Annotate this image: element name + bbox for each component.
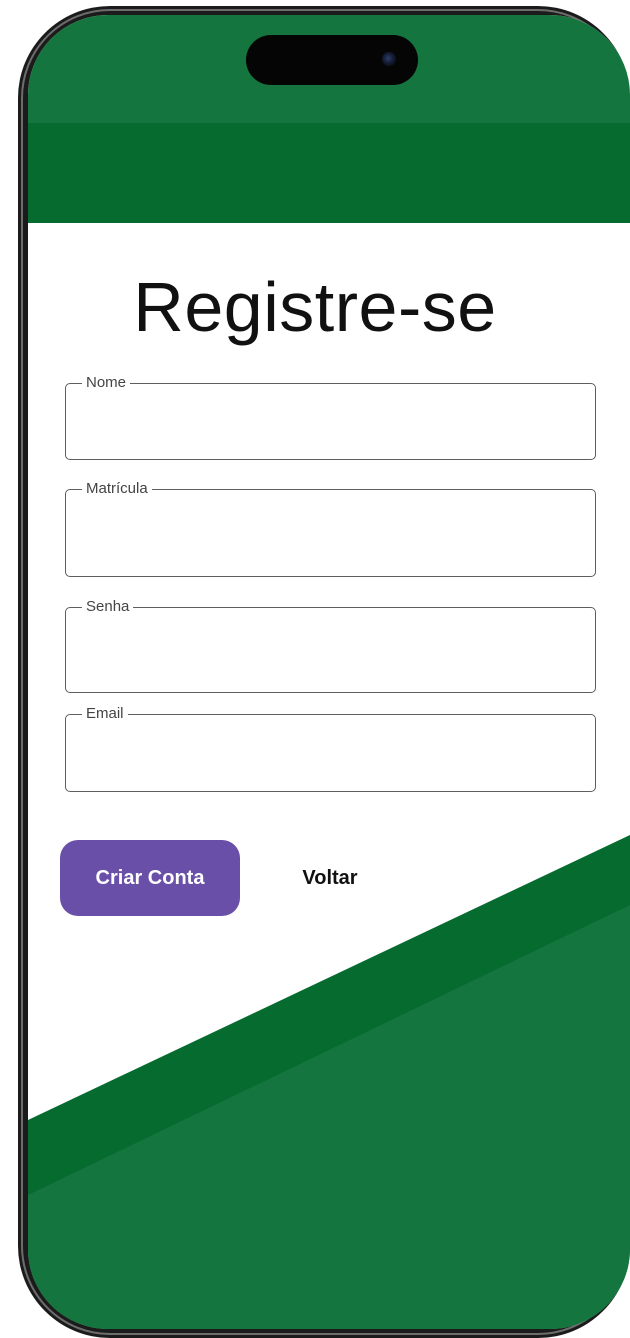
page-title: Registre-se xyxy=(133,268,497,346)
header-bottom-band xyxy=(28,123,630,223)
camera-icon xyxy=(382,52,396,66)
email-input[interactable] xyxy=(66,715,595,791)
email-field[interactable]: Email xyxy=(65,705,596,792)
password-field[interactable]: Senha xyxy=(65,598,596,693)
back-button[interactable]: Voltar xyxy=(268,840,392,916)
create-account-button[interactable]: Criar Conta xyxy=(60,840,240,916)
password-input[interactable] xyxy=(66,608,595,692)
name-input[interactable] xyxy=(66,384,595,459)
dynamic-island xyxy=(246,35,418,85)
registration-field[interactable]: Matrícula xyxy=(65,480,596,577)
registration-input[interactable] xyxy=(66,490,595,576)
name-field[interactable]: Nome xyxy=(65,374,596,460)
